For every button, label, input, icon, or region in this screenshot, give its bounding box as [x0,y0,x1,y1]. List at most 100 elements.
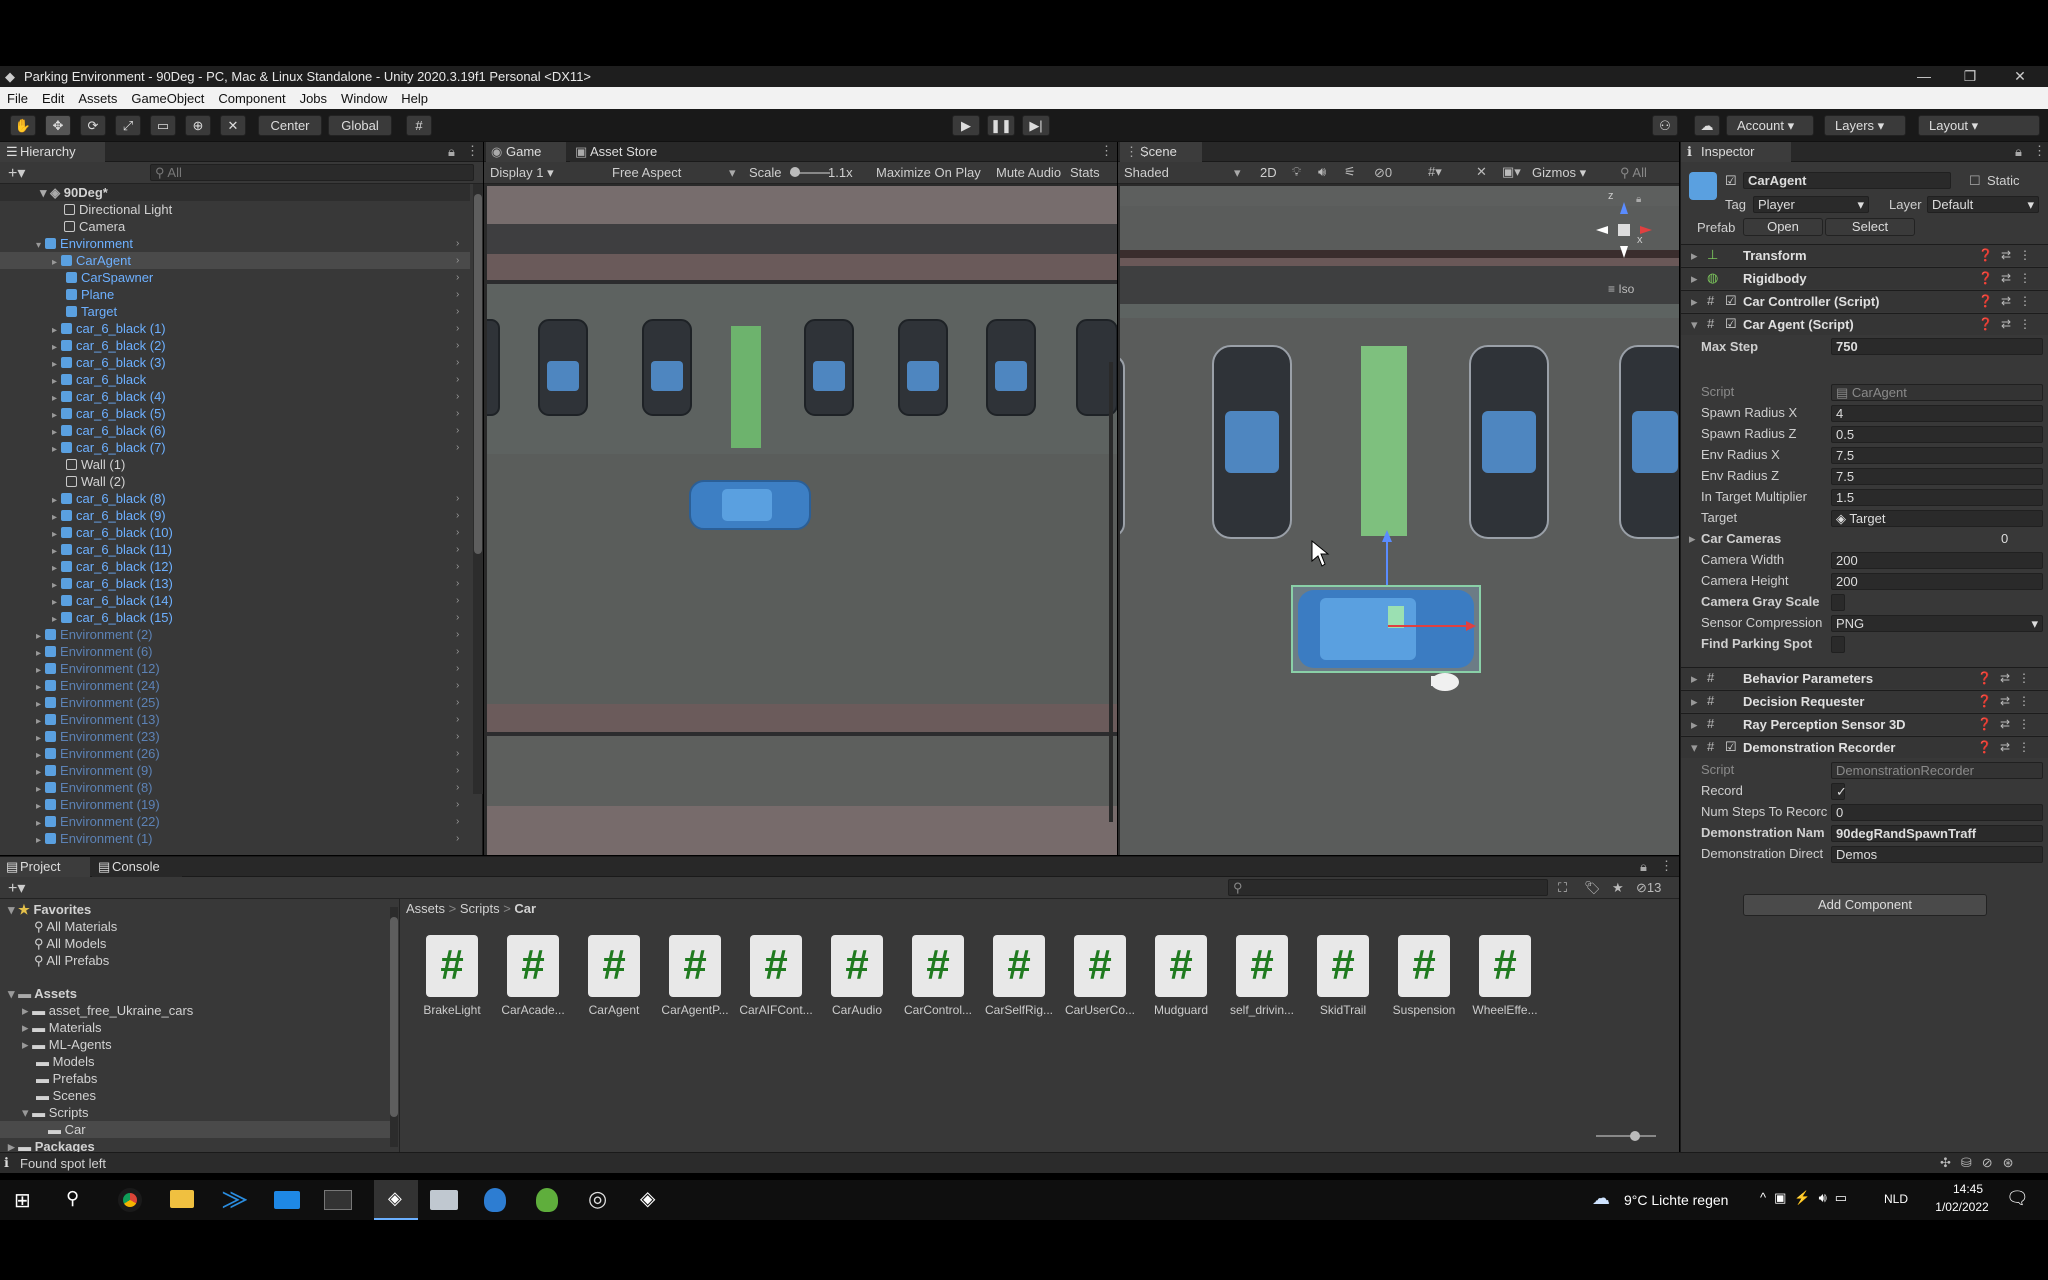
folder-materials[interactable]: ▸ ▬ Materials [0,1019,102,1036]
expand-prefab-icon[interactable]: › [456,830,459,847]
hierarchy-item[interactable]: ▸ Environment (2) › [0,626,470,643]
step-button[interactable]: ▶| [1022,115,1050,136]
breadcrumb-car[interactable]: Car [514,901,536,916]
folder-prefabs[interactable]: ▬ Prefabs [0,1070,97,1087]
hidden-count[interactable]: ⊘13 [1636,880,1661,896]
maximize-on-play-toggle[interactable]: Maximize On Play [876,165,981,180]
close-button[interactable]: ✕ [1998,66,2042,87]
add-component-button[interactable]: Add Component [1743,894,1987,916]
file-explorer-icon[interactable] [170,1190,194,1208]
project-create-icon[interactable]: +▾ [8,878,25,898]
hierarchy-item[interactable]: ▸ Environment (13) › [0,711,470,728]
layer-dropdown[interactable]: Default ▾ [1927,196,2039,213]
menu-window[interactable]: Window [334,91,394,106]
expand-prefab-icon[interactable]: › [456,813,459,830]
play-button[interactable]: ▶ [952,115,980,136]
pause-button[interactable]: ❚❚ [987,115,1015,136]
shading-dropdown[interactable]: Shaded [1124,165,1169,180]
transform-tool-icon[interactable]: ⊕ [185,115,211,136]
layout-dropdown[interactable]: Layout ▾ [1918,115,2040,136]
field-checkbox[interactable] [1831,594,1845,611]
hierarchy-item[interactable]: ▸ car_6_black (9) › [0,507,470,524]
hierarchy-item[interactable]: ▸ car_6_black (4) › [0,388,470,405]
menu-edit[interactable]: Edit [35,91,71,106]
pivot-global-button[interactable]: Global [328,115,392,136]
field-value[interactable]: 4 [1831,405,2043,422]
hierarchy-item[interactable]: ▸ car_6_black (11) › [0,541,470,558]
expand-prefab-icon[interactable]: › [456,269,459,286]
mode-2d-toggle[interactable]: 2D [1260,165,1277,180]
clock-time[interactable]: 14:45 [1940,1182,1996,1196]
prefab-select-button[interactable]: Select [1825,218,1915,236]
expand-prefab-icon[interactable]: › [456,626,459,643]
hierarchy-item[interactable]: ▸ car_6_black (14) › [0,592,470,609]
unity-hub-icon[interactable]: ◈ [640,1186,655,1211]
static-checkbox[interactable]: ☐ [1969,173,1981,189]
breadcrumb-assets[interactable]: Assets [406,901,445,916]
expand-prefab-icon[interactable]: › [456,354,459,371]
folder-models[interactable]: ▬ Models [0,1053,95,1070]
create-plus-icon[interactable]: +▾ [8,163,25,183]
hierarchy-item[interactable]: ▸ car_6_black (12) › [0,558,470,575]
expand-prefab-icon[interactable]: › [456,235,459,252]
field-value[interactable]: 7.5 [1831,468,2043,485]
scene-search-input[interactable]: ⚲ All [1620,165,1647,181]
tab-project[interactable]: ▤ Project [0,857,90,877]
expand-prefab-icon[interactable]: › [456,286,459,303]
audio-icon[interactable]: 🔊︎ [1318,164,1326,180]
grid-icon[interactable]: #▾ [1428,164,1442,180]
active-checkbox[interactable]: ☑ [1725,173,1737,189]
expand-prefab-icon[interactable]: › [456,660,459,677]
hierarchy-item[interactable]: ▸ car_6_black (2) › [0,337,470,354]
game-viewport[interactable] [487,186,1117,855]
folder-car[interactable]: ▬ Car [0,1121,390,1138]
unity-taskbar-icon[interactable]: ◈ [374,1180,418,1220]
folder-scripts[interactable]: ▾ ▬ Scripts [0,1104,89,1121]
grid-snap-icon[interactable]: # [406,115,432,136]
effects-icon[interactable]: ⚟ [1344,164,1356,180]
minimize-button[interactable]: — [1902,66,1946,87]
aspect-chevron-icon[interactable]: ▾ [729,165,736,181]
menu-gameobject[interactable]: GameObject [124,91,211,106]
status-text[interactable]: Found spot left [20,1156,106,1171]
language-indicator[interactable]: NLD [1884,1192,1908,1206]
field-value[interactable]: 0.5 [1831,426,2043,443]
component-behavior-parameters[interactable]: ▸ # Behavior Parameters ❓⇄⋮ [1681,667,2048,689]
hierarchy-item[interactable]: Target › [0,303,470,320]
hierarchy-item[interactable]: ▸ car_6_black (1) › [0,320,470,337]
expand-prefab-icon[interactable]: › [456,694,459,711]
expand-prefab-icon[interactable]: › [456,609,459,626]
hierarchy-search-input[interactable]: ⚲ All [150,164,474,181]
hierarchy-item[interactable]: ▸ car_6_black › [0,371,470,388]
menu-help[interactable]: Help [394,91,435,106]
expand-prefab-icon[interactable]: › [456,405,459,422]
hidden-objects-icon[interactable]: ⊘0 [1374,165,1392,181]
hierarchy-item[interactable]: ▸ Environment (1) › [0,830,470,847]
hierarchy-item[interactable]: Plane › [0,286,470,303]
fav-all-models[interactable]: ⚲ All Models [0,935,106,952]
move-tool-icon[interactable]: ✥ [45,115,71,136]
project-tree-scrollbar[interactable] [390,907,398,1147]
field-value[interactable]: 7.5 [1831,447,2043,464]
rotate-tool-icon[interactable]: ⟳ [80,115,106,136]
camera-icon[interactable]: ▣▾ [1502,164,1521,180]
rect-tool-icon[interactable]: ▭ [150,115,176,136]
layers-dropdown[interactable]: Layers ▾ [1824,115,1906,136]
component-car-controller[interactable]: ▸ # ☑ Car Controller (Script) ❓⇄⋮ [1681,290,2048,312]
tab-inspector[interactable]: ℹ Inspector [1681,142,1791,162]
fav-all-prefabs[interactable]: ⚲ All Prefabs [0,952,109,969]
field-value[interactable]: ◈ Target [1831,510,2043,527]
weather-icon[interactable]: ☁ [1592,1188,1610,1209]
field-value[interactable]: 0 ▸ [1689,531,2043,548]
tab-scene[interactable]: ⋮⋮ Scene [1120,142,1202,162]
lock-icon[interactable]: 🔒︎ [448,144,455,160]
scroll-thumb[interactable] [474,194,482,554]
mute-audio-toggle[interactable]: Mute Audio [996,165,1061,180]
display-dropdown[interactable]: Display 1 ▾ [490,165,554,181]
status-icons[interactable]: ✣⛁⊘⊛ [1940,1155,2024,1171]
expand-prefab-icon[interactable]: › [456,507,459,524]
favorites-item[interactable]: ▾ ★ Favorites [0,901,91,918]
expand-prefab-icon[interactable]: › [456,337,459,354]
custom-tool-icon[interactable]: ✕ [220,115,246,136]
component-demonstration-recorder[interactable]: ▾ # ☑ Demonstration Recorder ❓⇄⋮ [1681,736,2048,758]
